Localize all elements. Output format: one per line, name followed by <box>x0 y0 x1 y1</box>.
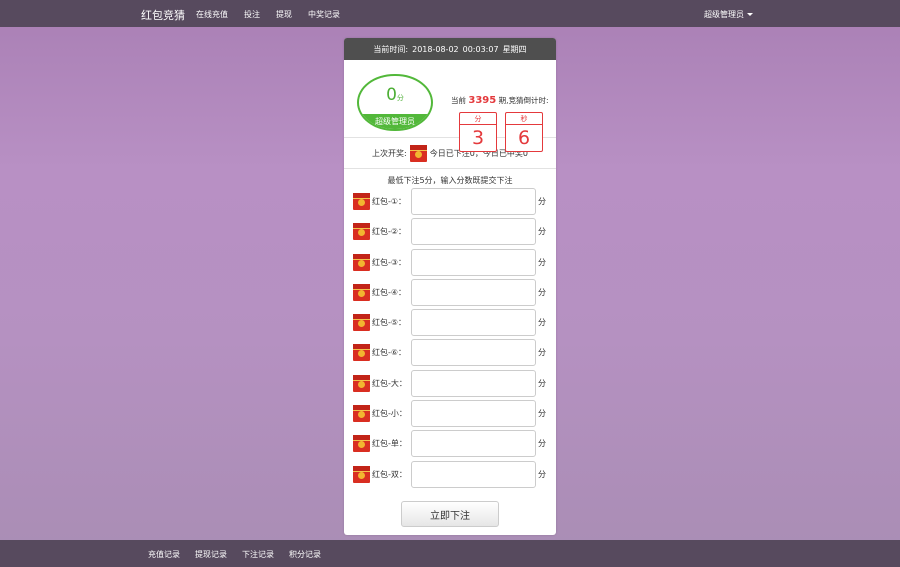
bet-label: 红包-⑥： <box>372 348 407 358</box>
bet-unit: 分 <box>538 469 546 479</box>
bet-row-big: 红包-大： 分 <box>344 369 556 399</box>
bottom-nav: 充值记录 提现记录 下注记录 积分记录 <box>148 549 336 560</box>
red-packet-icon <box>353 193 370 210</box>
countdown-seconds: 秒 6 <box>505 112 543 152</box>
bet-unit: 分 <box>538 439 546 449</box>
bet-input-2[interactable] <box>411 218 536 246</box>
bet-label: 红包-大： <box>372 378 407 388</box>
red-packet-icon <box>353 435 370 453</box>
minutes-value: 3 <box>471 127 485 149</box>
user-menu[interactable]: 超级管理员 <box>704 9 753 20</box>
last-draw-label: 上次开奖: <box>372 148 407 158</box>
period-prefix: 当前 <box>451 96 466 105</box>
bet-input-odd[interactable] <box>411 430 536 458</box>
bet-row-odd: 红包-单： 分 <box>344 429 556 459</box>
user-role: 超级管理员 <box>359 114 431 129</box>
bet-label: 红包-小： <box>372 409 407 419</box>
user-name: 超级管理员 <box>704 10 744 19</box>
bet-label: 红包-②： <box>372 227 407 237</box>
bet-rule: 最低下注5分，输入分数既提交下注 <box>387 176 513 185</box>
bet-row-2: 红包-②： 分 <box>344 217 556 247</box>
top-navbar: 红包竞猜 在线充值 投注 提现 中奖记录 超级管理员 <box>0 0 900 27</box>
red-packet-icon <box>353 223 370 241</box>
seconds-value: 6 <box>517 127 531 149</box>
bet-unit: 分 <box>538 287 546 297</box>
red-packet-icon <box>353 253 370 271</box>
bet-input-even[interactable] <box>411 460 536 488</box>
bet-input-6[interactable] <box>411 339 536 367</box>
brand-logo[interactable]: 红包竞猜 <box>141 7 185 23</box>
footer-withdraw-records[interactable]: 提现记录 <box>195 549 227 560</box>
red-packet-icon <box>353 465 370 483</box>
minutes-label: 分 <box>460 113 496 125</box>
betting-panel: 当前时间: 2018-08-02 00:03:07 星期四 0分 超级管理员 当… <box>344 38 556 535</box>
score-value: 0 <box>386 85 397 105</box>
bet-input-5[interactable] <box>411 309 536 337</box>
current-date: 2018-08-02 <box>412 44 459 54</box>
submit-bet-button[interactable]: 立即下注 <box>401 501 499 527</box>
nav-bet[interactable]: 投注 <box>244 9 260 20</box>
bet-unit: 分 <box>538 409 546 419</box>
bet-input-big[interactable] <box>411 369 536 397</box>
footer-points-records[interactable]: 积分记录 <box>289 549 321 560</box>
bet-input-4[interactable] <box>411 278 536 306</box>
footer-bet-records[interactable]: 下注记录 <box>242 549 274 560</box>
bet-unit: 分 <box>538 318 546 328</box>
bet-input-1[interactable] <box>411 188 536 215</box>
red-packet-icon <box>353 374 370 392</box>
red-packet-icon <box>409 144 427 162</box>
caret-down-icon <box>747 13 753 16</box>
bet-label: 红包-③： <box>372 257 407 267</box>
nav-recharge[interactable]: 在线充值 <box>196 9 228 20</box>
bet-label: 红包-单： <box>372 439 407 449</box>
nav-winnings[interactable]: 中奖记录 <box>308 9 340 20</box>
main-nav: 在线充值 投注 提现 中奖记录 <box>196 9 356 20</box>
countdown-minutes: 分 3 <box>459 112 497 152</box>
bet-row-3: 红包-③： 分 <box>344 248 556 278</box>
bet-row-5: 红包-⑤： 分 <box>344 308 556 338</box>
seconds-label: 秒 <box>506 113 542 125</box>
bottom-navbar: 充值记录 提现记录 下注记录 积分记录 <box>0 540 900 567</box>
bet-unit: 分 <box>538 197 546 206</box>
bet-row-even: 红包-双： 分 <box>344 460 556 490</box>
time-header: 当前时间: 2018-08-02 00:03:07 星期四 <box>344 38 556 60</box>
bet-row-small: 红包-小： 分 <box>344 399 556 429</box>
current-time: 00:03:07 <box>462 44 499 54</box>
red-packet-icon <box>353 344 370 362</box>
bet-label: 红包-④： <box>372 287 407 297</box>
bet-label: 红包-双： <box>372 469 407 479</box>
nav-withdraw[interactable]: 提现 <box>276 9 292 20</box>
bet-unit: 分 <box>538 257 546 267</box>
bet-label: 红包-①： <box>372 197 407 206</box>
bet-input-small[interactable] <box>411 400 536 428</box>
period-suffix: 期,竞猜倒计时: <box>498 96 549 105</box>
red-packet-icon <box>353 283 370 301</box>
bet-row-4: 红包-④： 分 <box>344 278 556 308</box>
bet-row-1: 红包-①： 分 <box>344 187 556 217</box>
bet-input-3[interactable] <box>411 248 536 276</box>
score-value-wrap: 0分 <box>359 85 431 105</box>
bet-row-6: 红包-⑥： 分 <box>344 338 556 368</box>
score-badge: 0分 超级管理员 <box>357 74 433 131</box>
period-info: 当前 3395 期,竞猜倒计时: <box>451 95 549 106</box>
time-label: 当前时间: <box>373 44 409 54</box>
bet-label: 红包-⑤： <box>372 318 407 328</box>
footer-recharge-records[interactable]: 充值记录 <box>148 549 180 560</box>
bet-list: 红包-①： 分 红包-②： 分 红包-③： 分 红包-④： 分 红包-⑤： 分 <box>344 187 556 490</box>
red-packet-icon <box>353 314 370 332</box>
red-packet-icon <box>353 405 370 423</box>
bet-unit: 分 <box>538 378 546 388</box>
current-weekday: 星期四 <box>502 44 527 54</box>
bet-unit: 分 <box>538 227 546 237</box>
period-number: 3395 <box>468 95 497 106</box>
stats-section: 0分 超级管理员 当前 3395 期,竞猜倒计时: 分 3 秒 6 <box>344 60 556 152</box>
bet-unit: 分 <box>538 348 546 358</box>
score-unit: 分 <box>396 94 404 102</box>
